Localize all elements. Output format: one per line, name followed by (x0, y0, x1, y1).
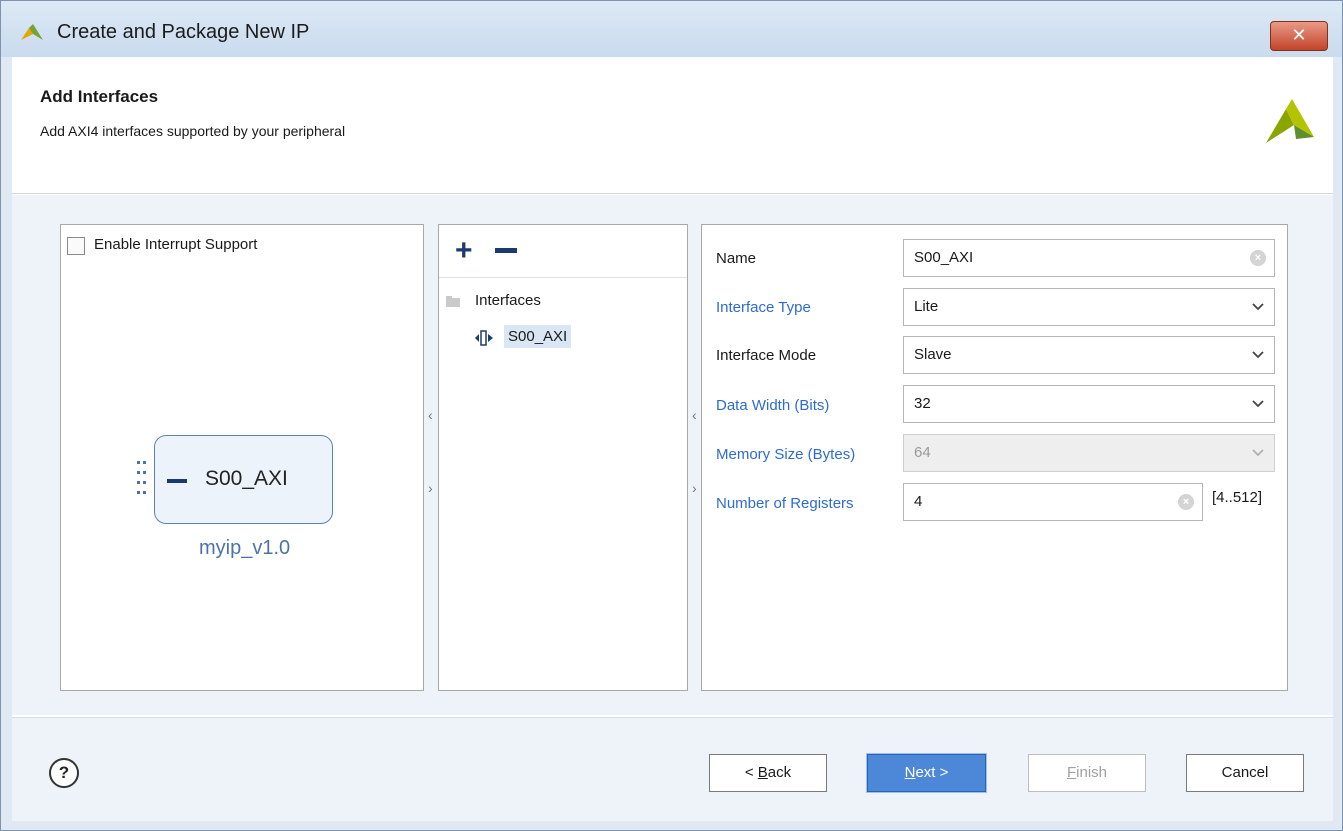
wizard-content: Add Interfaces Add AXI4 interfaces suppo… (12, 57, 1333, 821)
finish-rest: inish (1076, 764, 1108, 781)
data-width-value: 32 (914, 395, 931, 412)
ip-block: S00_AXI (154, 435, 333, 524)
wizard-header: Add Interfaces Add AXI4 interfaces suppo… (12, 57, 1333, 194)
xilinx-logo-icon (21, 24, 43, 40)
back-prefix: < (744, 764, 758, 781)
axi-interface-icon (475, 330, 493, 346)
xilinx-logo-icon (1266, 99, 1314, 143)
clear-icon[interactable]: × (1178, 494, 1194, 510)
port-dots-icon (137, 461, 146, 494)
interface-type-select[interactable]: Lite (903, 288, 1275, 326)
chevron-down-icon (1252, 449, 1264, 457)
num-registers-value: 4 (914, 493, 923, 510)
help-button[interactable]: ? (49, 758, 79, 788)
next-mnemonic: N (904, 764, 916, 781)
next-button[interactable]: Next > (867, 754, 986, 792)
splitter-expand-right-icon[interactable]: › (428, 480, 433, 496)
ip-interface-name: S00_AXI (205, 467, 288, 490)
remove-interface-button[interactable] (495, 248, 517, 253)
clear-icon[interactable]: × (1250, 250, 1266, 266)
finish-button: Finish (1028, 754, 1146, 792)
memory-size-select: 64 (903, 434, 1275, 472)
num-registers-range: [4..512] (1212, 489, 1263, 506)
splitter-collapse-left-icon[interactable]: ‹ (692, 407, 697, 423)
close-button[interactable]: ✕ (1270, 21, 1328, 51)
page-subtitle: Add AXI4 interfaces supported by your pe… (40, 123, 346, 139)
back-mnemonic: B (757, 764, 768, 781)
back-rest: ack (767, 764, 792, 781)
chevron-down-icon (1252, 400, 1264, 408)
interface-collapse-icon[interactable] (167, 479, 187, 483)
enable-interrupt-label[interactable]: Enable Interrupt Support (94, 236, 257, 253)
chevron-down-icon (1252, 351, 1264, 359)
next-rest: ext > (915, 764, 949, 781)
finish-mnemonic: F (1066, 764, 1077, 781)
tree-item-s00-axi[interactable]: S00_AXI (504, 325, 572, 348)
tree-root-interfaces[interactable]: Interfaces (475, 292, 541, 309)
ip-symbol-panel: Enable Interrupt Support S00_AXI myip_v1… (60, 224, 424, 691)
wizard-footer: ? < Back Next > Finish Cancel (12, 717, 1333, 821)
interface-mode-value: Slave (914, 346, 952, 363)
name-value: S00_AXI (914, 249, 974, 266)
enable-interrupt-checkbox[interactable] (67, 237, 85, 255)
folder-icon (446, 296, 460, 307)
back-button[interactable]: < Back (709, 754, 827, 792)
num-registers-field[interactable]: 4 × (903, 483, 1203, 521)
interface-mode-label: Interface Mode (716, 347, 817, 364)
num-registers-label: Number of Registers (716, 495, 854, 512)
title-bar[interactable]: Create and Package New IP ✕ (1, 1, 1342, 57)
interfaces-tree-panel: + Interfaces S00_AXI (438, 224, 688, 691)
cancel-button[interactable]: Cancel (1186, 754, 1304, 792)
add-interface-button[interactable]: + (455, 236, 473, 266)
window-title: Create and Package New IP (57, 21, 310, 43)
interface-properties-panel: Name S00_AXI × Interface Type Lite Inter… (701, 224, 1288, 691)
dialog-window: Create and Package New IP ✕ Add Interfac… (0, 0, 1343, 831)
interface-mode-select[interactable]: Slave (903, 336, 1275, 374)
memory-size-label: Memory Size (Bytes) (716, 446, 856, 463)
splitter-expand-right-icon[interactable]: › (692, 480, 697, 496)
splitter-collapse-left-icon[interactable]: ‹ (428, 407, 433, 423)
wizard-body: Enable Interrupt Support S00_AXI myip_v1… (12, 195, 1333, 715)
page-title: Add Interfaces (40, 87, 159, 106)
name-field[interactable]: S00_AXI × (903, 239, 1275, 277)
interface-type-value: Lite (914, 298, 939, 315)
ip-caption: myip_v1.0 (199, 537, 291, 559)
data-width-select[interactable]: 32 (903, 385, 1275, 423)
chevron-down-icon (1252, 303, 1264, 311)
memory-size-value: 64 (914, 444, 931, 461)
name-label: Name (716, 250, 757, 267)
tree-toolbar: + (439, 225, 687, 278)
data-width-label: Data Width (Bits) (716, 397, 830, 414)
interface-type-label: Interface Type (716, 299, 811, 316)
